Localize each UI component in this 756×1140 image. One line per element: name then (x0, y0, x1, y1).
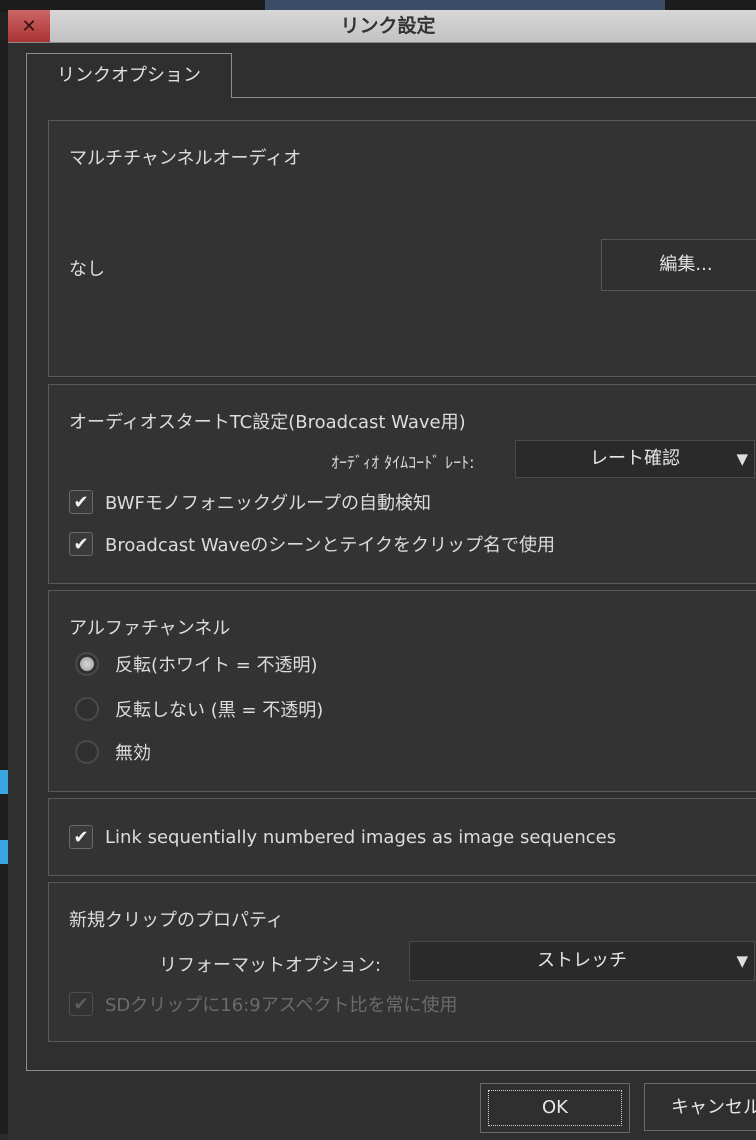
window-title: リンク設定 (340, 15, 436, 37)
checkmark-icon[interactable]: ✔ (69, 532, 93, 556)
alpha-no-invert-radio[interactable]: 反転しない (黒 = 不透明) (75, 696, 323, 722)
triangle-down-icon: ▼ (736, 952, 748, 970)
broadcast-wave-scene-take-checkbox[interactable]: ✔ Broadcast Waveのシーンとテイクをクリップ名で使用 (69, 531, 555, 557)
audio-start-tc-group: オーディオスタートTC設定(Broadcast Wave用) ｵｰﾃﾞｨｵ ﾀｲ… (48, 384, 756, 584)
reformat-option-label: リフォーマットオプション: (159, 955, 382, 976)
new-clip-properties-group: 新規クリップのプロパティ リフォーマットオプション: ストレッチ ▼ ✔ SDク… (48, 882, 756, 1042)
image-sequence-label: Link sequentially numbered images as ima… (105, 826, 617, 848)
link-settings-dialog: ✕ リンク設定 リンクオプション マルチチャンネルオーディオ なし 編集... … (8, 10, 756, 1140)
ok-button[interactable]: OK (480, 1083, 630, 1133)
checkmark-icon: ✔ (69, 992, 93, 1016)
tab-link-options[interactable]: リンクオプション (26, 53, 232, 98)
timecode-rate-value: レート確認 (590, 448, 680, 469)
triangle-down-icon: ▼ (736, 450, 748, 468)
image-sequence-group: ✔ Link sequentially numbered images as i… (48, 798, 756, 876)
alpha-invert-white-label: 反転(ホワイト = 不透明) (115, 655, 318, 676)
cancel-button[interactable]: キャンセル (644, 1083, 756, 1131)
new-clip-properties-heading: 新規クリップのプロパティ (69, 910, 284, 931)
reformat-option-dropdown[interactable]: ストレッチ ▼ (409, 941, 755, 981)
audio-start-tc-heading: オーディオスタートTC設定(Broadcast Wave用) (69, 412, 466, 433)
multichannel-audio-heading: マルチチャンネルオーディオ (69, 148, 302, 169)
multichannel-audio-value: なし (69, 259, 105, 280)
alpha-disabled-label: 無効 (115, 743, 151, 764)
edit-button[interactable]: 編集... (601, 239, 756, 291)
broadcast-wave-scene-take-label: Broadcast Waveのシーンとテイクをクリップ名で使用 (105, 535, 556, 556)
multichannel-audio-group: マルチチャンネルオーディオ なし 編集... (48, 120, 756, 377)
sd-aspect-checkbox: ✔ SDクリップに16:9アスペクト比を常に使用 (69, 991, 457, 1017)
title-bar[interactable]: ✕ リンク設定 (8, 10, 756, 43)
dialog-body: リンクオプション マルチチャンネルオーディオ なし 編集... オーディオスター… (26, 53, 756, 1073)
alpha-channel-group: アルファチャンネル 反転(ホワイト = 不透明) 反転しない (黒 = 不透明)… (48, 590, 756, 792)
background-toolbar-highlight (265, 0, 665, 10)
radio-selected-icon[interactable] (75, 652, 99, 676)
alpha-channel-heading: アルファチャンネル (69, 618, 231, 639)
tab-panel: マルチチャンネルオーディオ なし 編集... オーディオスタートTC設定(Bro… (26, 97, 756, 1071)
checkmark-icon[interactable]: ✔ (69, 825, 93, 849)
reformat-option-value: ストレッチ (537, 950, 627, 971)
cancel-label: キャンセル (671, 1097, 756, 1118)
radio-unselected-icon[interactable] (75, 740, 99, 764)
background-selection-bar (0, 770, 8, 794)
image-sequence-checkbox[interactable]: ✔ Link sequentially numbered images as i… (69, 825, 616, 849)
checkmark-icon[interactable]: ✔ (69, 490, 93, 514)
alpha-invert-white-radio[interactable]: 反転(ホワイト = 不透明) (75, 651, 318, 677)
sd-aspect-label: SDクリップに16:9アスペクト比を常に使用 (105, 995, 458, 1016)
timecode-rate-dropdown[interactable]: レート確認 ▼ (515, 440, 755, 478)
alpha-no-invert-label: 反転しない (黒 = 不透明) (115, 700, 324, 721)
bwf-auto-detect-label: BWFモノフォニックグループの自動検知 (105, 493, 432, 514)
bwf-auto-detect-checkbox[interactable]: ✔ BWFモノフォニックグループの自動検知 (69, 489, 431, 515)
radio-unselected-icon[interactable] (75, 697, 99, 721)
background-selection-bar (0, 840, 8, 864)
alpha-disabled-radio[interactable]: 無効 (75, 739, 151, 765)
timecode-rate-label: ｵｰﾃﾞｨｵ ﾀｲﾑｺｰﾄﾞ ﾚｰﾄ: (331, 453, 475, 472)
focus-ring (488, 1090, 622, 1126)
